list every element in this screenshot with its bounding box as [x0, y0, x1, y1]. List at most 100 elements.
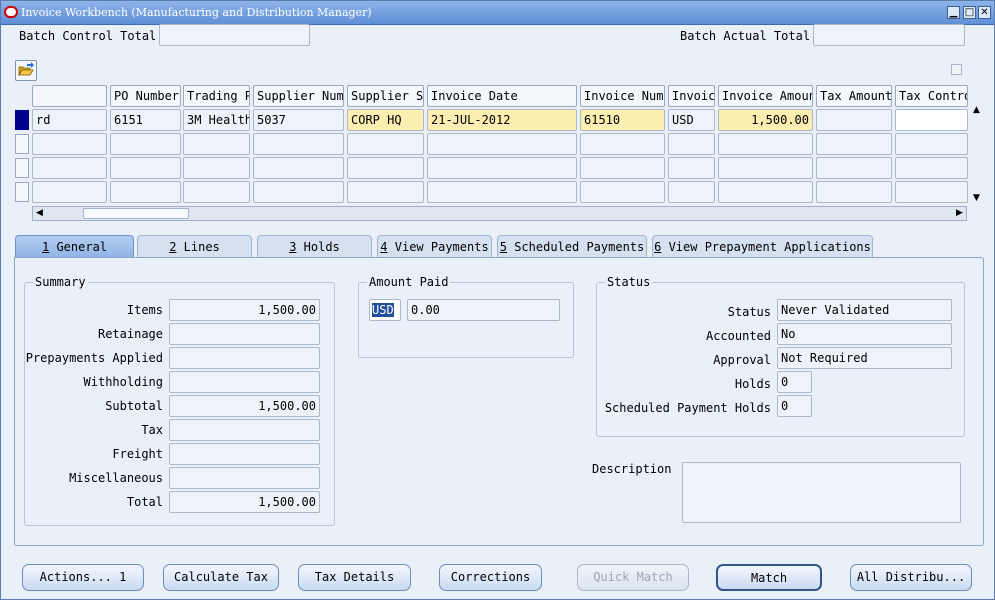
grid-cell[interactable]: 1,500.00 — [718, 109, 813, 131]
summary-field[interactable] — [169, 323, 320, 345]
minimize-icon[interactable]: ▁ — [947, 6, 960, 19]
grid-cell[interactable] — [427, 157, 577, 179]
grid-cell[interactable] — [580, 133, 665, 155]
summary-field[interactable]: 1,500.00 — [169, 491, 320, 513]
scroll-up-icon[interactable]: ▲ — [970, 104, 983, 117]
grid-cell[interactable] — [347, 133, 424, 155]
row-selector[interactable] — [15, 182, 29, 202]
scroll-down-icon[interactable]: ▼ — [970, 192, 983, 205]
corrections-button[interactable]: Corrections — [439, 564, 542, 591]
grid-cell[interactable] — [668, 181, 715, 203]
quick-match-button[interactable]: Quick Match — [577, 564, 689, 591]
summary-field[interactable] — [169, 443, 320, 465]
grid-cell[interactable] — [718, 181, 813, 203]
summary-field[interactable] — [169, 419, 320, 441]
column-header[interactable]: Supplier Num — [253, 85, 344, 107]
tax-details-button[interactable]: Tax Details — [298, 564, 411, 591]
grid-cell[interactable] — [253, 157, 344, 179]
calculate-tax-button[interactable]: Calculate Tax — [163, 564, 279, 591]
grid-cell[interactable] — [253, 133, 344, 155]
grid-cell[interactable] — [110, 133, 181, 155]
actions-button[interactable]: Actions... 1 — [22, 564, 144, 591]
tab-general[interactable]: 1 General — [15, 235, 134, 258]
scroll-left-icon[interactable]: ◀ — [33, 207, 46, 220]
grid-cell[interactable] — [718, 157, 813, 179]
column-header[interactable]: Invoice Date — [427, 85, 577, 107]
grid-cell[interactable] — [347, 157, 424, 179]
grid-cell[interactable] — [580, 157, 665, 179]
tab-lines[interactable]: 2 Lines — [137, 235, 252, 258]
status-field[interactable]: 0 — [777, 395, 812, 417]
row-selector[interactable] — [15, 110, 29, 130]
status-field[interactable]: Not Required — [777, 347, 952, 369]
grid-cell[interactable] — [895, 133, 968, 155]
tab-scheduled-payments[interactable]: 5 Scheduled Payments — [497, 235, 647, 258]
grid-cell[interactable] — [427, 181, 577, 203]
grid-cell[interactable] — [668, 133, 715, 155]
amount-paid-field[interactable]: 0.00 — [407, 299, 560, 321]
summary-field[interactable]: 1,500.00 — [169, 395, 320, 417]
column-header[interactable]: Supplier S: — [347, 85, 424, 107]
column-header[interactable]: Tax Contro — [895, 85, 968, 107]
grid-cell[interactable]: rd — [32, 109, 107, 131]
grid-cell[interactable] — [816, 133, 892, 155]
tab-view-payments[interactable]: 4 View Payments — [377, 235, 492, 258]
grid-cell[interactable] — [816, 157, 892, 179]
horizontal-scrollbar[interactable]: ◀ ▶ — [32, 206, 967, 221]
scroll-right-icon[interactable]: ▶ — [953, 207, 966, 220]
column-header[interactable]: Trading P — [183, 85, 250, 107]
grid-cell[interactable]: USD — [668, 109, 715, 131]
scroll-thumb[interactable] — [83, 208, 189, 219]
match-button[interactable]: Match — [716, 564, 822, 591]
folder-open-icon[interactable] — [15, 60, 37, 81]
grid-cell[interactable]: 6151 — [110, 109, 181, 131]
column-header[interactable]: PO Number — [110, 85, 181, 107]
grid-cell[interactable] — [253, 181, 344, 203]
grid-cell[interactable]: 5037 — [253, 109, 344, 131]
tab-view-prepayment-applications[interactable]: 6 View Prepayment Applications — [652, 235, 873, 258]
grid-cell[interactable]: 61510 — [580, 109, 665, 131]
column-header[interactable]: Invoice Amoun — [718, 85, 813, 107]
restore-icon[interactable]: □ — [963, 6, 976, 19]
grid-cell[interactable] — [816, 181, 892, 203]
summary-field[interactable] — [169, 347, 320, 369]
grid-checkbox[interactable] — [951, 64, 962, 75]
grid-cell[interactable] — [32, 133, 107, 155]
summary-field[interactable]: 1,500.00 — [169, 299, 320, 321]
grid-cell[interactable] — [718, 133, 813, 155]
grid-cell[interactable]: CORP HQ — [347, 109, 424, 131]
description-field[interactable] — [682, 462, 961, 523]
batch-actual-total-field[interactable] — [813, 24, 965, 46]
grid-cell[interactable]: 21-JUL-2012 — [427, 109, 577, 131]
column-header[interactable]: Invoic — [668, 85, 715, 107]
row-selector[interactable] — [15, 134, 29, 154]
summary-field[interactable] — [169, 467, 320, 489]
close-icon[interactable]: ✕ — [978, 6, 991, 19]
grid-cell[interactable] — [895, 157, 968, 179]
grid-cell[interactable] — [183, 133, 250, 155]
grid-cell[interactable] — [895, 181, 968, 203]
grid-cell[interactable] — [110, 181, 181, 203]
grid-cell[interactable] — [895, 109, 968, 131]
column-header[interactable]: Tax Amount — [816, 85, 892, 107]
grid-cell[interactable]: 3M Health — [183, 109, 250, 131]
grid-cell[interactable] — [183, 181, 250, 203]
grid-cell[interactable] — [427, 133, 577, 155]
summary-field[interactable] — [169, 371, 320, 393]
grid-cell[interactable] — [32, 157, 107, 179]
grid-cell[interactable] — [668, 157, 715, 179]
currency-field[interactable]: USD — [369, 299, 401, 321]
status-field[interactable]: No — [777, 323, 952, 345]
batch-control-total-field[interactable] — [159, 24, 310, 46]
grid-cell[interactable] — [183, 157, 250, 179]
column-header[interactable] — [32, 85, 107, 107]
status-field[interactable]: Never Validated — [777, 299, 952, 321]
column-header[interactable]: Invoice Num — [580, 85, 665, 107]
grid-cell[interactable] — [110, 157, 181, 179]
all-distributions-button[interactable]: All Distribu... — [850, 564, 972, 591]
status-field[interactable]: 0 — [777, 371, 812, 393]
grid-cell[interactable] — [580, 181, 665, 203]
grid-cell[interactable] — [816, 109, 892, 131]
vertical-scrollbar[interactable]: ▲ ▼ — [969, 104, 983, 207]
tab-holds[interactable]: 3 Holds — [257, 235, 372, 258]
